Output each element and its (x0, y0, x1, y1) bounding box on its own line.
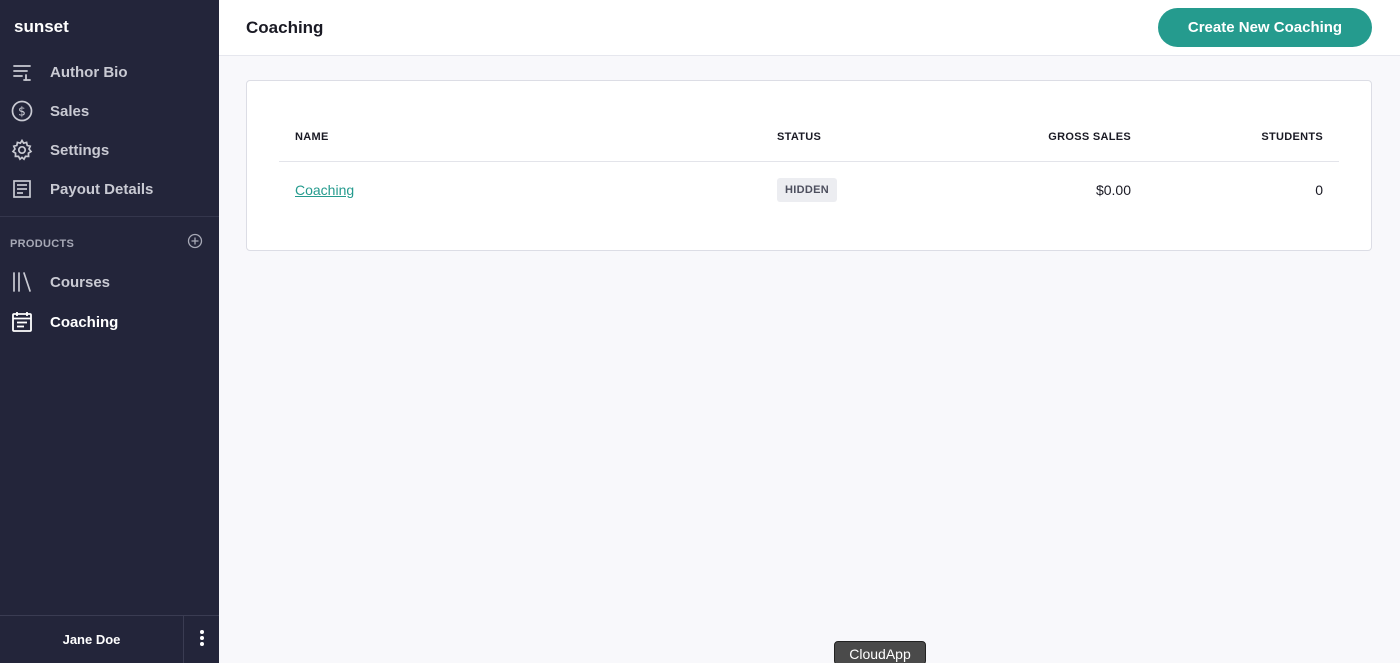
sidebar-item-sales[interactable]: $ Sales (0, 93, 219, 129)
sidebar-item-settings[interactable]: Settings (0, 132, 219, 168)
column-header-students: STUDENTS (1261, 131, 1323, 143)
kebab-icon (199, 629, 205, 652)
sidebar-item-payout-details[interactable]: Payout Details (0, 171, 219, 207)
column-header-name: NAME (295, 131, 329, 143)
column-header-gross-sales: GROSS SALES (1048, 131, 1131, 143)
brand-name[interactable]: sunset (14, 17, 69, 37)
svg-text:$: $ (18, 105, 26, 119)
column-header-status: STATUS (777, 131, 822, 143)
sidebar-item-coaching[interactable]: Coaching (0, 304, 219, 340)
sidebar-divider (0, 216, 219, 217)
coaching-name-link[interactable]: Coaching (295, 182, 354, 198)
library-icon (11, 271, 33, 293)
user-bar: Jane Doe (0, 615, 219, 663)
page-title: Coaching (246, 18, 324, 37)
cloudapp-tab[interactable]: CloudApp (834, 641, 926, 663)
sidebar-item-courses[interactable]: Courses (0, 264, 219, 300)
sidebar-item-label: Author Bio (50, 63, 128, 81)
plus-circle-icon[interactable] (187, 233, 203, 249)
user-name[interactable]: Jane Doe (0, 616, 183, 663)
sidebar-item-label: Settings (50, 141, 110, 159)
sidebar-item-label: Courses (50, 273, 111, 291)
sidebar: sunset Author Bio $ Sales Settings Payou… (0, 0, 219, 663)
gear-icon (11, 139, 33, 161)
user-menu-button[interactable] (183, 616, 219, 663)
coaching-table-card: NAME STATUS GROSS SALES STUDENTS Coachin… (246, 80, 1372, 251)
document-icon (11, 178, 33, 200)
products-section-label: PRODUCTS (10, 238, 75, 250)
sidebar-item-label: Sales (50, 102, 90, 120)
top-header: Coaching Create New Coaching (219, 0, 1400, 56)
sidebar-item-author-bio[interactable]: Author Bio (0, 54, 219, 90)
gross-sales-value: $0.00 (1095, 182, 1131, 198)
list-icon (11, 61, 33, 83)
table-header-divider (279, 161, 1339, 162)
sidebar-item-label: Payout Details (50, 180, 154, 198)
create-new-coaching-button[interactable]: Create New Coaching (1158, 8, 1372, 47)
calendar-icon (11, 311, 33, 333)
sidebar-item-label: Coaching (50, 313, 119, 331)
students-count: 0 (1315, 182, 1323, 198)
status-badge: HIDDEN (777, 178, 837, 202)
dollar-icon: $ (11, 100, 33, 122)
